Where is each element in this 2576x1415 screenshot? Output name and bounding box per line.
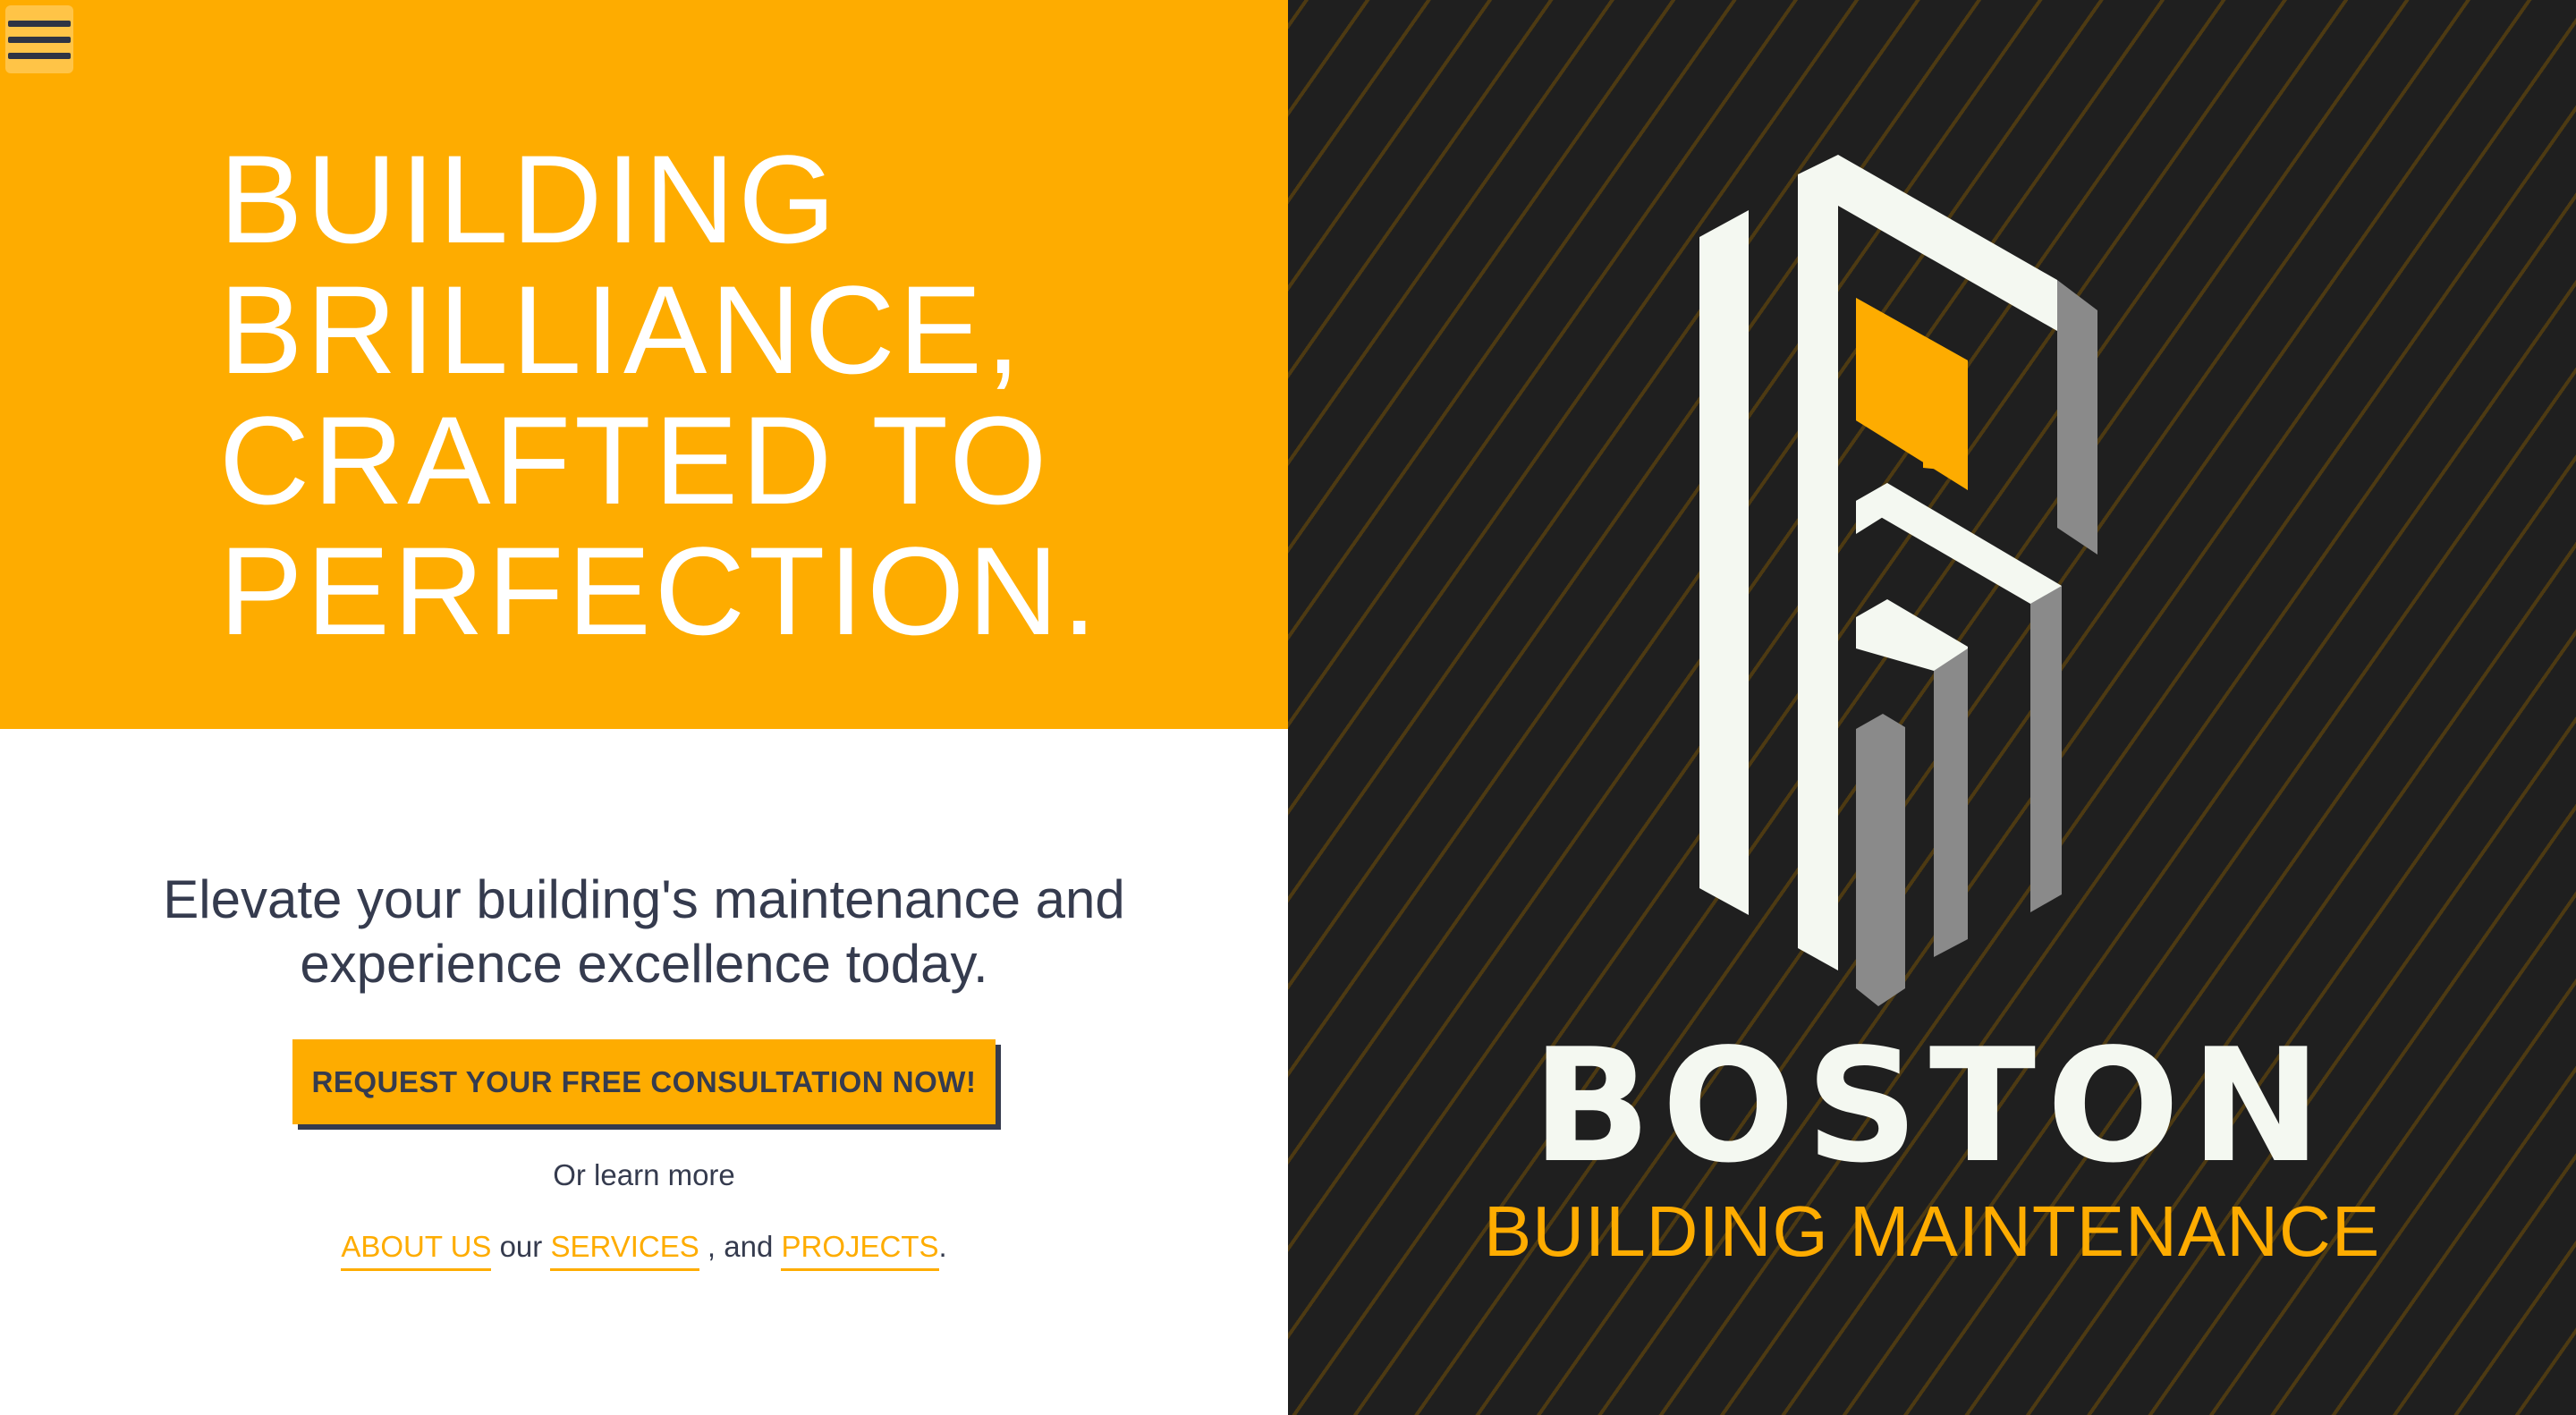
building-logo-icon bbox=[1699, 155, 2097, 1006]
tagline-line: experience excellence today. bbox=[300, 934, 988, 994]
tagline-line: Elevate your building's maintenance and bbox=[163, 869, 1125, 929]
links-text: , and bbox=[699, 1230, 782, 1263]
menu-bar bbox=[8, 20, 71, 27]
tagline: Elevate your building's maintenance and … bbox=[0, 868, 1288, 996]
consultation-button[interactable]: REQUEST YOUR FREE CONSULTATION NOW! bbox=[292, 1039, 996, 1124]
hero-section: BUILDING BRILLIANCE, CRAFTED TO PERFECTI… bbox=[0, 0, 1288, 729]
nav-links-line: ABOUT US our SERVICES , and PROJECTS. bbox=[0, 1230, 1288, 1271]
links-text: . bbox=[938, 1230, 947, 1263]
headline-line: PERFECTION. bbox=[219, 521, 1101, 661]
headline-line: BUILDING bbox=[219, 129, 840, 269]
services-link[interactable]: SERVICES bbox=[550, 1230, 699, 1271]
headline-line: CRAFTED TO bbox=[219, 390, 1051, 530]
menu-bar bbox=[8, 36, 71, 43]
links-text: our bbox=[491, 1230, 551, 1263]
brand-subtitle: BUILDING MAINTENANCE bbox=[1483, 1191, 2381, 1271]
menu-bar bbox=[8, 52, 71, 59]
brand-name: BOSTON bbox=[1531, 1016, 2333, 1198]
hero-headline: BUILDING BRILLIANCE, CRAFTED TO PERFECTI… bbox=[219, 134, 1100, 657]
brand-panel: BOSTON BUILDING MAINTENANCE bbox=[1288, 0, 2576, 1415]
page: BUILDING BRILLIANCE, CRAFTED TO PERFECTI… bbox=[0, 0, 2576, 1415]
hamburger-menu-icon[interactable] bbox=[5, 5, 73, 73]
about-us-link[interactable]: ABOUT US bbox=[341, 1230, 492, 1271]
intro-section: Elevate your building's maintenance and … bbox=[0, 729, 1288, 1415]
learn-more-text: Or learn more bbox=[553, 1158, 735, 1191]
headline-line: BRILLIANCE, bbox=[219, 259, 1024, 400]
projects-link[interactable]: PROJECTS bbox=[781, 1230, 939, 1271]
